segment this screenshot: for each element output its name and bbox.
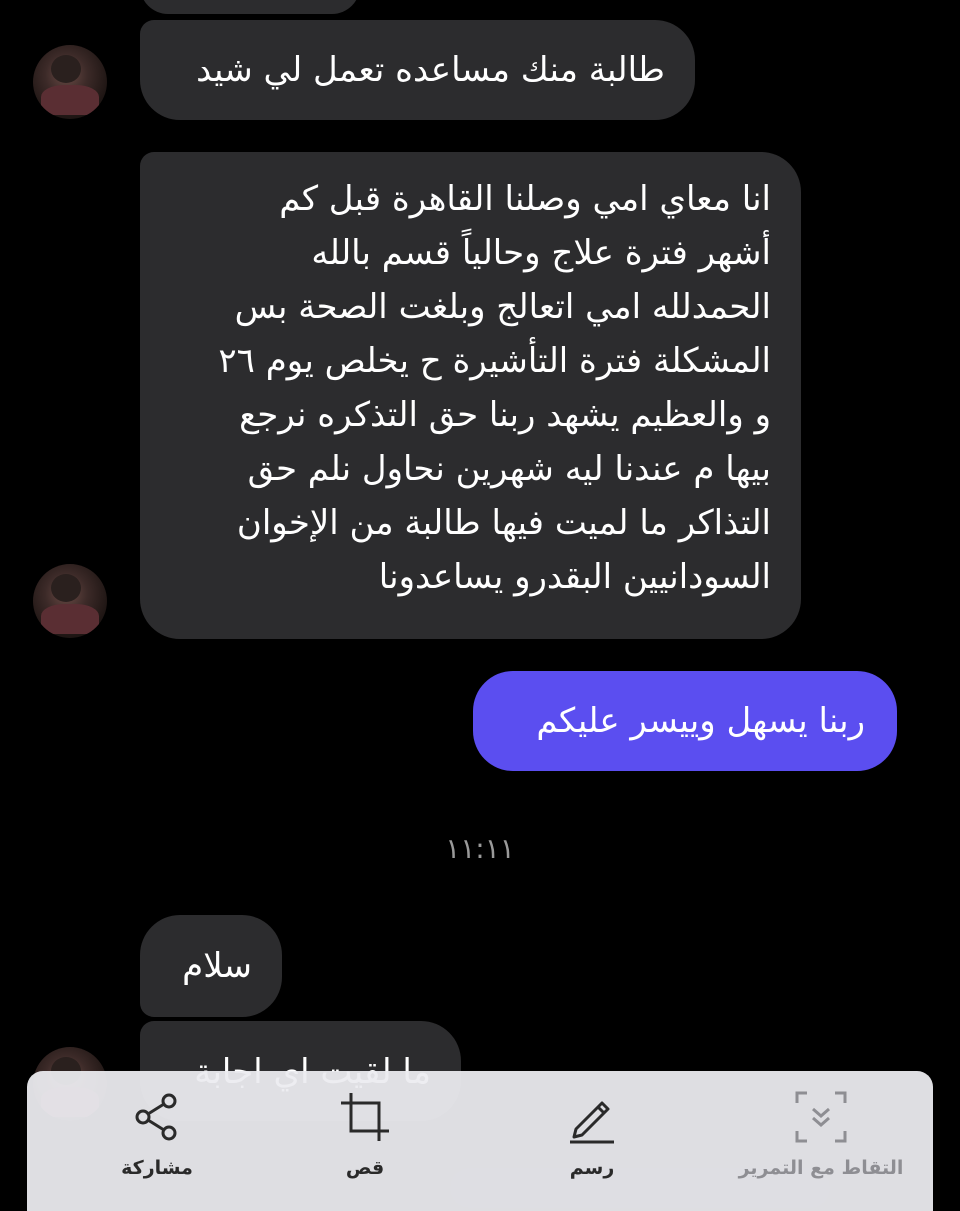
message-bubble-incoming[interactable]: طالبة منك مساعده تعمل لي شيد bbox=[140, 20, 695, 120]
share-icon bbox=[135, 1093, 177, 1141]
draw-label: رسم bbox=[569, 1157, 615, 1179]
message-text-line: انا معاي امي وصلنا القاهرة قبل كم bbox=[279, 179, 771, 219]
previous-message-bubble bbox=[140, 0, 360, 14]
message-bubble-outgoing[interactable]: ربنا يسهل وييسر عليكم bbox=[473, 671, 897, 771]
message-text-line: أشهر فترة علاج وحالياً قسم بالله bbox=[311, 233, 771, 273]
pencil-icon bbox=[570, 1101, 614, 1144]
draw-button[interactable]: رسم bbox=[492, 1071, 692, 1200]
message-bubble-incoming[interactable]: سلام bbox=[140, 915, 282, 1017]
message-timestamp: ١١:١١ bbox=[445, 832, 515, 865]
message-text: ربنا يسهل وييسر عليكم bbox=[536, 701, 865, 741]
scroll-capture-icon bbox=[795, 1091, 847, 1143]
sender-avatar[interactable] bbox=[33, 45, 107, 119]
share-label: مشاركة bbox=[121, 1157, 193, 1179]
scroll-capture-button[interactable]: التقاط مع التمرير bbox=[721, 1071, 921, 1200]
crop-label: قص bbox=[345, 1157, 385, 1179]
message-text: سلام bbox=[182, 946, 252, 986]
crop-icon bbox=[341, 1093, 389, 1141]
scroll-capture-label: التقاط مع التمرير bbox=[738, 1157, 904, 1179]
screenshot-toolbar: مشاركة قص رسم التقاط مع التمرير bbox=[27, 1071, 933, 1211]
share-button[interactable]: مشاركة bbox=[57, 1071, 257, 1200]
message-text: طالبة منك مساعده تعمل لي شيد bbox=[196, 50, 665, 90]
message-text-line: السودانيين البقدرو يساعدونا bbox=[378, 557, 771, 597]
sender-avatar[interactable] bbox=[33, 564, 107, 638]
crop-button[interactable]: قص bbox=[265, 1071, 465, 1200]
message-text-line: بيها م عندنا ليه شهرين نحاول نلم حق bbox=[247, 449, 771, 489]
message-text-line: التذاكر ما لميت فيها طالبة من الإخوان bbox=[236, 503, 771, 543]
message-text-line: المشكلة فترة التأشيرة ح يخلص يوم ٢٦ bbox=[218, 341, 771, 381]
message-bubble-incoming[interactable]: انا معاي امي وصلنا القاهرة قبل كم أشهر ف… bbox=[140, 152, 801, 639]
message-text-line: الحمدلله امي اتعالج وبلغت الصحة بس bbox=[234, 287, 771, 327]
message-text-line: و والعظيم يشهد ربنا حق التذكره نرجع bbox=[239, 395, 771, 435]
